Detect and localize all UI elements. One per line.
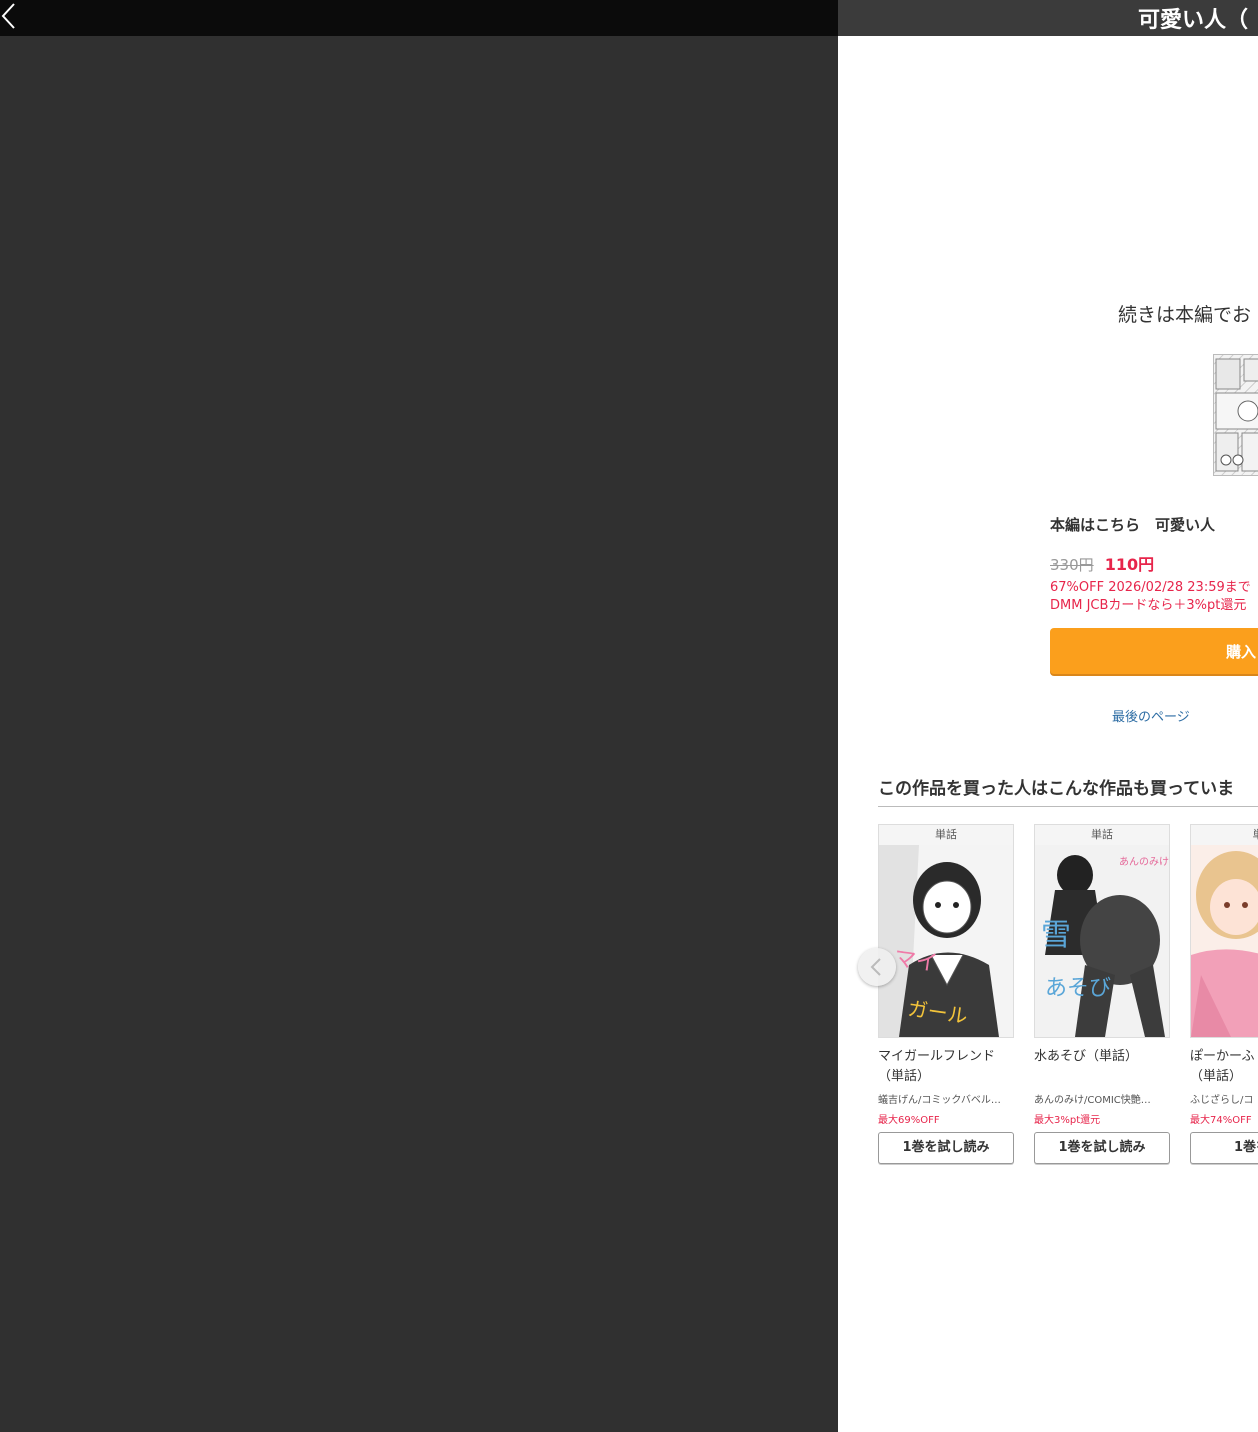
card-sale-badge: 最大74%OFF bbox=[1190, 1115, 1252, 1126]
trial-read-button[interactable]: 1巻を試し読み bbox=[878, 1132, 1014, 1164]
recommendation-card: 単話 マイ ガール マイガールフレンド （単話） 蟻吉げん/コミックバベル… 最… bbox=[878, 824, 1014, 1164]
card-author[interactable]: あんのみけ/COMIC快艶… bbox=[1034, 1091, 1170, 1106]
book-cover[interactable]: 単話 雪 あそび あんのみけ bbox=[1034, 824, 1170, 1038]
chevron-left-icon bbox=[870, 958, 881, 976]
card-point-text: DMM JCBカードなら＋3%pt還元 bbox=[1050, 598, 1247, 613]
trial-read-button[interactable]: 1巻を試し読み bbox=[1034, 1132, 1170, 1164]
card-author[interactable]: 蟻吉げん/コミックバベル… bbox=[878, 1091, 1014, 1106]
recommendations-heading: この作品を買った人はこんな作品も買っていま bbox=[878, 779, 1235, 799]
buy-button-label: 購入 bbox=[1226, 643, 1257, 661]
viewer-toolbar bbox=[0, 0, 838, 36]
svg-text:あんのみけ: あんのみけ bbox=[1119, 856, 1169, 868]
sale-period-text: 67%OFF 2026/02/28 23:59まで bbox=[1050, 580, 1251, 595]
last-page-link[interactable]: 最後のページ bbox=[1112, 706, 1190, 725]
sale-price: 110円 bbox=[1104, 555, 1155, 574]
cover-image: 雪 あそび あんのみけ bbox=[1035, 845, 1169, 1037]
viewer-title: 可愛い人（ bbox=[1138, 8, 1249, 33]
format-tag: 単話 bbox=[879, 825, 1013, 845]
original-price: 330円 bbox=[1050, 556, 1094, 574]
continue-message: 続きは本編でお bbox=[1118, 304, 1252, 326]
card-author[interactable]: ふじざらし/コ bbox=[1190, 1091, 1258, 1106]
trial-read-button[interactable]: 1巻を試 bbox=[1190, 1132, 1258, 1164]
price-row: 330円 110円 bbox=[1050, 551, 1154, 575]
format-tag: 単話 bbox=[1035, 825, 1169, 845]
book-cover[interactable]: 単話 マイ ガール bbox=[878, 824, 1014, 1038]
main-work-thumbnail[interactable] bbox=[1213, 354, 1258, 476]
divider bbox=[878, 806, 1258, 807]
end-of-preview-page: 続きは本編でお 本編はこちら 可愛い人 330円 110円 67%OFF 202… bbox=[838, 36, 1258, 1432]
sale-info: 67%OFF 2026/02/28 23:59まで DMM JCBカードなら＋3… bbox=[1050, 579, 1251, 615]
card-title[interactable]: 水あそび（単話） bbox=[1034, 1047, 1170, 1087]
book-cover[interactable]: 単 bbox=[1190, 824, 1258, 1038]
card-sale-badge: 最大69%OFF bbox=[878, 1115, 940, 1126]
back-button[interactable] bbox=[0, 0, 22, 34]
svg-text:雪: 雪 bbox=[1041, 918, 1071, 953]
buy-button[interactable]: 購入 bbox=[1050, 628, 1258, 674]
recommendation-card: 単話 雪 あそび あんのみけ 水あそび（単話） あんのみけ/COMIC快艶… 最… bbox=[1034, 824, 1170, 1164]
card-title[interactable]: ぽーかーふ （単話） bbox=[1190, 1047, 1258, 1087]
cover-image: マイ ガール bbox=[879, 845, 1013, 1037]
main-work-title[interactable]: 本編はこちら 可愛い人 bbox=[1050, 514, 1215, 535]
format-tag: 単 bbox=[1191, 825, 1258, 845]
carousel-prev-button[interactable] bbox=[858, 948, 896, 986]
chevron-left-icon bbox=[1, 3, 15, 29]
viewer-title-bar: 可愛い人（ bbox=[838, 0, 1258, 36]
card-title[interactable]: マイガールフレンド （単話） bbox=[878, 1047, 1014, 1087]
card-sale-badge: 最大3%pt還元 bbox=[1034, 1115, 1101, 1126]
recommendation-card: 単 ぽーかーふ （単話） ふじざらし/コ 最大74%OFF 1巻を試 bbox=[1190, 824, 1258, 1164]
cover-image bbox=[1191, 845, 1258, 1037]
svg-text:あそび: あそび bbox=[1045, 976, 1111, 1001]
